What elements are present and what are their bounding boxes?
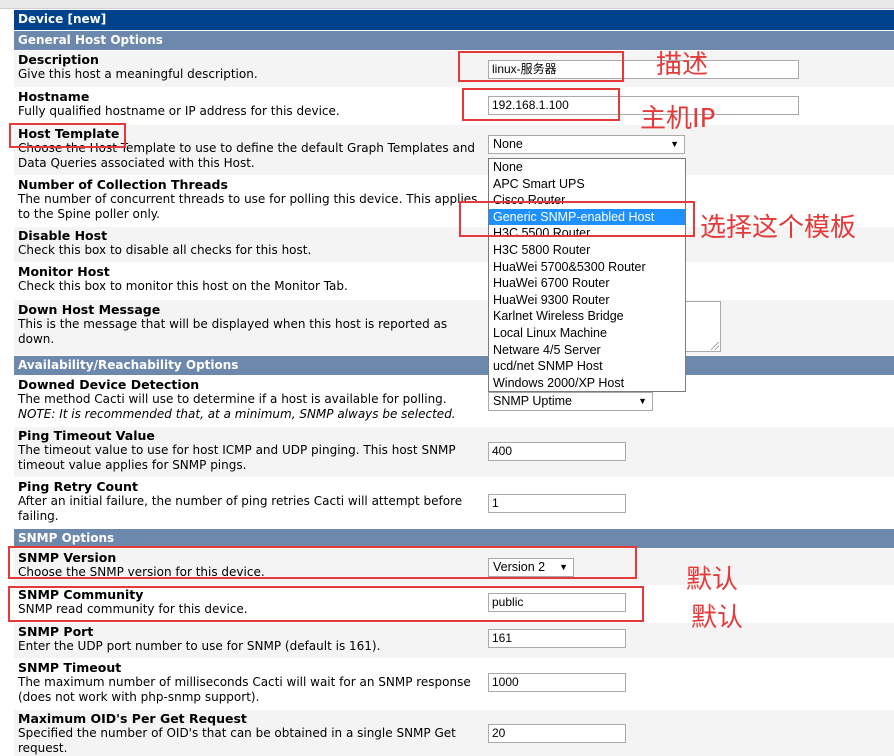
- monitor-host-help: Check this box to monitor this host on t…: [18, 279, 348, 293]
- form-title-bar: Device [new]: [14, 10, 894, 30]
- top-edge: [0, 0, 894, 9]
- host-template-option[interactable]: Netware 4/5 Server: [489, 342, 685, 359]
- annotation-box-snmp-community: [8, 586, 644, 622]
- ping-retry-input[interactable]: 1: [488, 494, 626, 513]
- ping-timeout-input[interactable]: 400: [488, 442, 626, 461]
- description-label: Description: [18, 52, 99, 67]
- snmp-timeout-label: SNMP Timeout: [18, 660, 122, 675]
- row-snmp-timeout: SNMP Timeout The maximum number of millis…: [14, 659, 894, 709]
- section-general-label: General Host Options: [18, 33, 163, 47]
- row-down-message: Down Host Message This is the message tha…: [14, 300, 894, 355]
- down-message-label: Down Host Message: [18, 302, 161, 317]
- section-availability-label: Availability/Reachability Options: [18, 358, 239, 372]
- row-description: Description Give this host a meaningful d…: [14, 51, 894, 87]
- row-downed-detection: Downed Device Detection The method Cacti …: [14, 376, 894, 426]
- section-snmp-label: SNMP Options: [18, 531, 115, 545]
- monitor-host-label: Monitor Host: [18, 264, 110, 279]
- max-oids-help: Specified the number of OID's that can b…: [18, 726, 456, 755]
- annotation-default-2: 默认: [691, 603, 744, 633]
- downed-detection-label: Downed Device Detection: [18, 377, 200, 392]
- ping-retry-label: Ping Retry Count: [18, 479, 138, 494]
- host-template-option[interactable]: H3C 5800 Router: [489, 242, 685, 259]
- snmp-port-input[interactable]: 161: [488, 629, 626, 648]
- host-template-option[interactable]: ucd/net SNMP Host: [489, 358, 685, 375]
- host-template-option[interactable]: Windows 2000/XP Host: [489, 375, 685, 392]
- disable-host-help: Check this box to disable all checks for…: [18, 243, 312, 257]
- row-ping-timeout: Ping Timeout Value The timeout value to u…: [14, 427, 894, 477]
- annotation-box-snmp-version: [8, 546, 637, 579]
- annotation-box-description: [458, 51, 624, 82]
- ping-retry-help: After an initial failure, the number of …: [18, 494, 463, 523]
- downed-detection-help: The method Cacti will use to determine i…: [18, 392, 447, 406]
- hostname-label: Hostname: [18, 89, 90, 104]
- section-availability: Availability/Reachability Options: [14, 356, 894, 375]
- resize-grip-icon[interactable]: [711, 342, 719, 350]
- host-template-option[interactable]: HuaWei 5700&5300 Router: [489, 259, 685, 276]
- host-template-option[interactable]: None: [489, 159, 685, 176]
- annotation-template: 选择这个模板: [700, 213, 857, 243]
- form-title: Device [new]: [18, 12, 107, 26]
- row-ping-retry: Ping Retry Count After an initial failure…: [14, 478, 894, 528]
- annotation-hostname: 主机IP: [640, 104, 716, 134]
- annotation-box-hostname: [462, 88, 620, 121]
- chevron-down-icon: ▼: [638, 396, 647, 406]
- host-template-dropdown-list[interactable]: None APC Smart UPS Cisco Router Generic SNM…: [488, 158, 686, 393]
- snmp-timeout-input[interactable]: 1000: [488, 673, 626, 692]
- row-host-template: Host Template Choose the Host Template to…: [14, 125, 894, 175]
- host-template-select[interactable]: None ▼: [488, 135, 685, 154]
- downed-detection-value: SNMP Uptime: [493, 394, 572, 408]
- row-hostname: Hostname Fully qualified hostname or IP a…: [14, 88, 894, 124]
- host-template-option[interactable]: Karlnet Wireless Bridge: [489, 308, 685, 325]
- threads-help: The number of concurrent threads to use …: [18, 192, 478, 221]
- annotation-box-generic-snmp: [459, 201, 695, 237]
- downed-detection-select[interactable]: SNMP Uptime ▼: [488, 392, 653, 411]
- max-oids-input[interactable]: 20: [488, 724, 626, 743]
- snmp-port-help: Enter the UDP port number to use for SNM…: [18, 639, 381, 653]
- row-max-oids: Maximum OID's Per Get Request Specified t…: [14, 710, 894, 756]
- row-snmp-port: SNMP Port Enter the UDP port number to us…: [14, 623, 894, 658]
- section-general: General Host Options: [14, 31, 894, 50]
- row-monitor-host: Monitor Host Check this box to monitor th…: [14, 263, 894, 299]
- max-oids-label: Maximum OID's Per Get Request: [18, 711, 247, 726]
- host-template-option[interactable]: Local Linux Machine: [489, 325, 685, 342]
- host-template-option[interactable]: APC Smart UPS: [489, 176, 685, 193]
- host-template-option[interactable]: HuaWei 6700 Router: [489, 275, 685, 292]
- chevron-down-icon: ▼: [670, 139, 679, 149]
- annotation-description: 描述: [656, 50, 709, 80]
- down-message-help: This is the message that will be display…: [18, 317, 448, 346]
- snmp-timeout-help: The maximum number of milliseconds Cacti…: [18, 675, 471, 704]
- disable-host-label: Disable Host: [18, 228, 108, 243]
- host-template-option[interactable]: HuaWei 9300 Router: [489, 292, 685, 309]
- hostname-help: Fully qualified hostname or IP address f…: [18, 104, 340, 118]
- host-template-selected: None: [493, 137, 523, 151]
- description-help: Give this host a meaningful description.: [18, 67, 258, 81]
- annotation-default-1: 默认: [686, 565, 739, 595]
- device-form: Device [new] General Host Options Descri…: [14, 10, 894, 756]
- ping-timeout-label: Ping Timeout Value: [18, 428, 155, 443]
- threads-label: Number of Collection Threads: [18, 177, 228, 192]
- downed-detection-note: NOTE: It is recommended that, at a minim…: [18, 407, 456, 421]
- annotation-box-host-template: [9, 123, 126, 148]
- ping-timeout-help: The timeout value to use for host ICMP a…: [18, 443, 456, 472]
- snmp-port-label: SNMP Port: [18, 624, 94, 639]
